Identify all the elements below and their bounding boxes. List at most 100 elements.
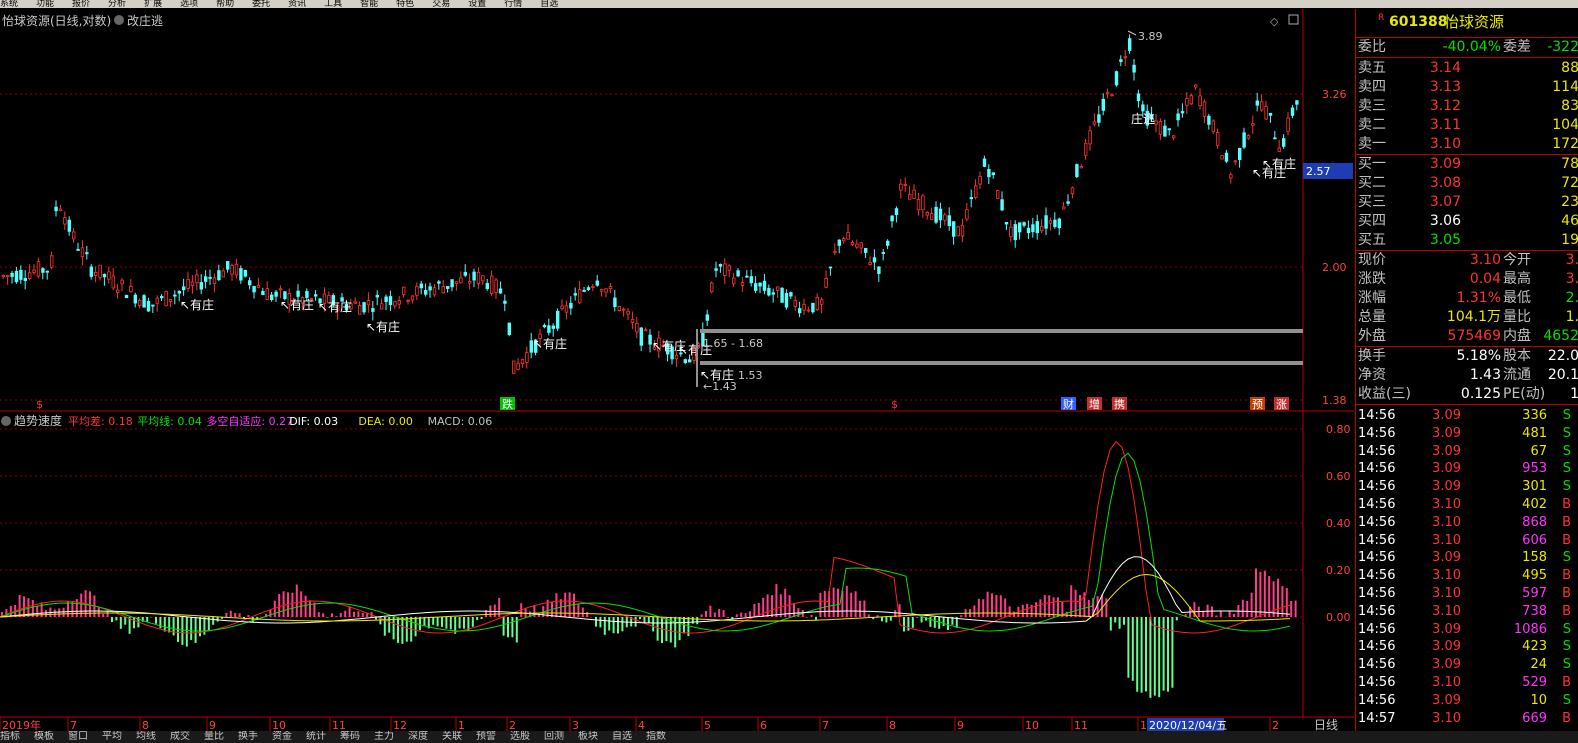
menu-item[interactable]: 自选 <box>540 0 558 8</box>
menu-item[interactable]: 功能 <box>36 0 54 8</box>
candle-body <box>98 264 102 278</box>
event-marker: 跌 <box>502 397 513 411</box>
candle-body <box>419 283 423 289</box>
menu-item[interactable]: 工具 <box>324 0 342 8</box>
tick-time: 14:56 <box>1358 568 1396 584</box>
candle-body <box>578 289 582 304</box>
formula-dropdown-icon[interactable] <box>114 15 124 25</box>
tick-price: 3.10 <box>1432 603 1461 619</box>
tick-row: 14:56 3.09 481 S <box>1356 425 1578 443</box>
candle-body <box>758 282 762 287</box>
tick-price: 3.10 <box>1432 675 1461 690</box>
fundamental-value-2: 22.0 <box>1547 348 1578 364</box>
bottom-tab[interactable]: 主力 <box>374 731 394 742</box>
menu-item[interactable]: 行情 <box>504 0 522 8</box>
bottom-tab[interactable]: 筹码 <box>340 731 360 742</box>
menu-item[interactable]: 资讯 <box>288 0 306 8</box>
tick-direction: S <box>1562 621 1571 637</box>
bottom-tab[interactable]: 窗口 <box>68 731 88 742</box>
candle-body <box>837 239 841 246</box>
bottom-tab[interactable]: 量比 <box>204 731 224 742</box>
bottom-tab[interactable]: 选股 <box>510 731 530 742</box>
menu-item[interactable]: 帮助 <box>216 0 234 8</box>
bottom-tab[interactable]: 换手 <box>238 731 258 742</box>
candle-body <box>842 238 846 242</box>
annotation-youzhuang: ↖有庄 <box>318 299 352 314</box>
time-axis-label: 12 <box>393 719 407 731</box>
menu-item[interactable]: 选项 <box>180 0 198 8</box>
time-axis-label: 10 <box>1025 719 1039 731</box>
tick-time: 14:56 <box>1358 639 1396 655</box>
candle-body <box>1070 187 1075 195</box>
bottom-tab[interactable]: 自选 <box>612 731 632 742</box>
menu-item[interactable]: 分析 <box>108 0 126 8</box>
bottom-tab[interactable]: 均线 <box>136 731 156 742</box>
candle-body <box>243 269 247 277</box>
tick-price: 3.09 <box>1432 550 1461 566</box>
stat-label: 涨幅 <box>1358 290 1386 306</box>
bottom-tab[interactable]: 资金 <box>272 731 292 742</box>
time-axis-label: 2019年 <box>2 718 41 731</box>
candle-body <box>1216 132 1220 146</box>
candle-body <box>1022 222 1026 226</box>
menu-item[interactable]: 设置 <box>468 0 486 8</box>
candle-body <box>600 289 604 292</box>
chart-area[interactable]: 怡球资源(日线,对数) 改庄逃 ◇ 3.26 2.00 1.38 2.57 ↖有庄 ↖有庄 ↖有庄… <box>0 9 1354 732</box>
tick-direction: B <box>1562 603 1571 619</box>
ask-label: 卖三 <box>1358 98 1386 114</box>
candle-body <box>507 322 511 336</box>
tick-direction: B <box>1562 675 1571 690</box>
kline-chart-svg[interactable]: 怡球资源(日线,对数) 改庄逃 ◇ 3.26 2.00 1.38 2.57 ↖有庄 ↖有庄 ↖有庄… <box>0 9 1354 732</box>
tick-volume: 67 <box>1530 443 1547 459</box>
candle-body <box>881 252 885 254</box>
menu-item[interactable]: 委托 <box>252 0 270 8</box>
tick-volume: 495 <box>1522 568 1547 584</box>
candle-body <box>50 255 54 268</box>
menu-item[interactable]: 报价 <box>72 0 90 8</box>
bottom-tab[interactable]: 板块 <box>578 731 598 742</box>
tick-direction: S <box>1562 657 1571 673</box>
candle-body <box>371 308 375 312</box>
bottom-tabs[interactable]: 指标 模板 窗口 平均 均线 成交 量比 换手 资金 统计 筹码 主力 深度 关联 预警 选股 回测 板块 自选 指数 <box>0 731 1578 743</box>
candle-body <box>274 291 278 297</box>
bottom-tab[interactable]: 回测 <box>544 731 564 742</box>
bottom-tab[interactable]: 成交 <box>170 731 190 742</box>
candle-body <box>987 168 991 178</box>
candle-body <box>1053 219 1057 228</box>
candle-body <box>173 294 177 297</box>
bottom-tab[interactable]: 深度 <box>408 731 428 742</box>
menu-item[interactable]: 扩展 <box>144 0 162 8</box>
bottom-tab[interactable]: 平均 <box>102 731 122 742</box>
stat-value-2: 3. <box>1565 252 1578 268</box>
bottom-tab[interactable]: 指标 <box>0 731 20 742</box>
candle-body <box>604 288 608 293</box>
tick-price: 3.10 <box>1432 586 1461 601</box>
candle-body <box>608 286 613 290</box>
ask-row: 卖二 3.11 104 <box>1356 116 1578 135</box>
bid-price: 3.05 <box>1429 232 1461 248</box>
menu-item[interactable]: 特色 <box>396 0 414 8</box>
fundamental-label: 收益(三) <box>1358 386 1411 402</box>
menu-item[interactable]: 交易 <box>432 0 450 8</box>
indicator-legend-item: 多空自适应: 0.27 <box>206 414 293 428</box>
candle-body <box>116 289 120 293</box>
bottom-tab[interactable]: 模板 <box>34 731 54 742</box>
candle-body <box>177 290 181 294</box>
candle-body <box>6 275 10 278</box>
bottom-tab[interactable]: 预警 <box>476 731 496 742</box>
date-tooltip: 2020/12/04/五 <box>1149 719 1227 731</box>
bottom-tab[interactable]: 关联 <box>442 731 462 742</box>
candle-body <box>938 208 943 221</box>
candle-body <box>828 266 833 269</box>
bottom-tab[interactable]: 统计 <box>306 731 326 742</box>
menu-item[interactable]: 智能 <box>360 0 378 8</box>
tick-row: 14:56 3.10 402 B <box>1356 496 1578 514</box>
bottom-tab[interactable]: 指数 <box>646 731 666 742</box>
candle-body <box>63 217 67 225</box>
indicator-dropdown-icon[interactable] <box>1 416 11 426</box>
menu-item[interactable]: 系统 <box>0 0 18 8</box>
candle-body <box>815 296 819 310</box>
candle-body <box>85 252 89 255</box>
candle-body <box>1004 221 1009 225</box>
resistance-band <box>700 329 1303 333</box>
